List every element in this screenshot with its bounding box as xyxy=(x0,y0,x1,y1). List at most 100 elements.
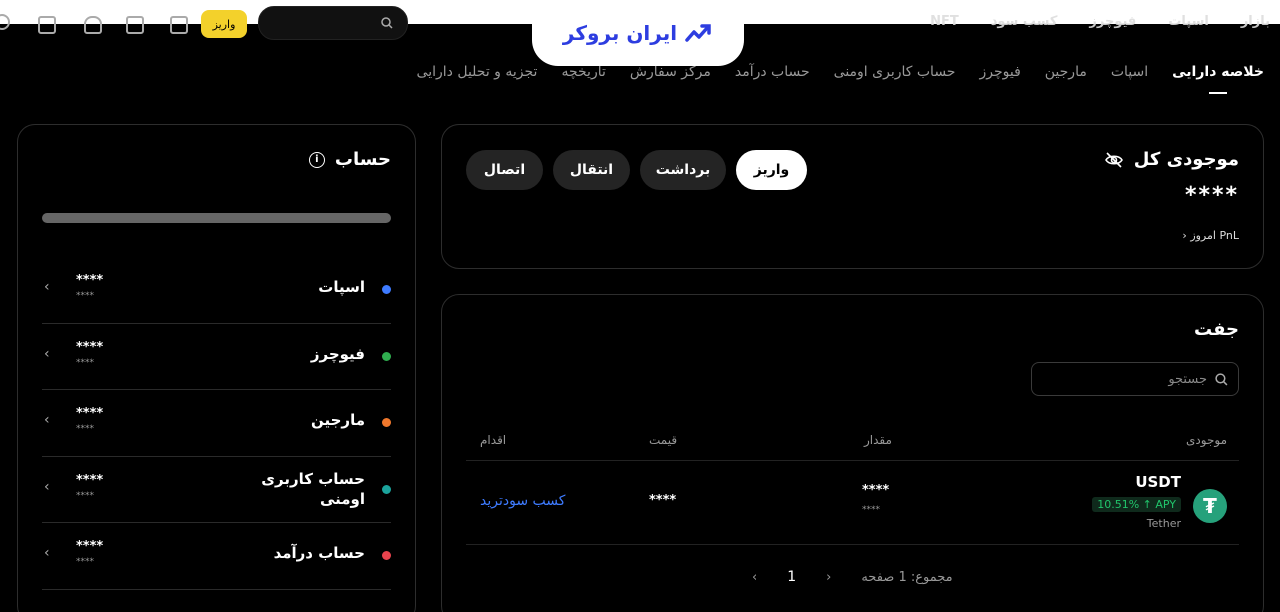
withdraw-button[interactable]: برداشت xyxy=(640,150,726,190)
connect-button[interactable]: اتصال xyxy=(466,150,543,190)
coin-price: **** xyxy=(649,493,677,508)
account-item-label: مارجین xyxy=(311,411,365,429)
tab-asset-analysis[interactable]: تجزیه و تحلیل دارایی xyxy=(417,64,538,80)
chevron-left-icon: ‹ xyxy=(1182,229,1187,242)
top-menu: بازار اسپات فیوچرز کسب سود NFT xyxy=(930,14,1270,29)
tab-omni-account[interactable]: حساب کاربری اومنی xyxy=(834,64,956,80)
orders-icon[interactable] xyxy=(126,16,144,34)
header-deposit-button[interactable]: واریز xyxy=(201,10,247,38)
futures-dot xyxy=(382,351,391,361)
search-icon xyxy=(381,17,393,29)
top-menu-item[interactable]: اسپات xyxy=(1168,14,1209,29)
account-item-earn[interactable]: حساب درآمد **** **** ‹ xyxy=(42,523,391,590)
tether-coin-icon: ₮ xyxy=(1193,489,1227,523)
account-item-spot[interactable]: اسپات **** **** ‹ xyxy=(42,257,391,324)
column-balance: موجودی xyxy=(1186,433,1227,447)
account-item-label: فیوچرز xyxy=(310,344,365,363)
account-item-amount: **** xyxy=(76,339,104,355)
tab-overview[interactable]: خلاصه دارایی xyxy=(1172,64,1264,80)
coin-name: Tether xyxy=(1146,517,1181,530)
allocation-bar xyxy=(42,213,391,223)
prev-page-icon[interactable]: ‹ xyxy=(752,570,757,585)
account-card: حساب i اسپات **** **** ‹ فیوچرز **** ***… xyxy=(17,124,416,612)
header-search-input[interactable] xyxy=(258,6,408,40)
transfer-button[interactable]: انتقال xyxy=(553,150,630,190)
balance-title: موجودی کل xyxy=(1133,149,1239,170)
brand-logo-text: ایران بروکر xyxy=(562,21,678,45)
account-item-label: اسپات xyxy=(318,278,365,296)
next-page-icon[interactable]: › xyxy=(826,570,831,585)
tab-earn-account[interactable]: حساب درآمد xyxy=(735,64,810,80)
account-item-amount: **** xyxy=(76,472,104,488)
account-item-amount: **** xyxy=(76,539,104,554)
column-amount: مقدار xyxy=(864,433,892,447)
pair-card: جفت جستجو موجودی مقدار قیمت اقدام ₮ USDT… xyxy=(441,294,1264,612)
pnl-label: PnL امروز xyxy=(1190,229,1239,242)
column-action: اقدام xyxy=(480,433,507,447)
tab-spot[interactable]: اسپات xyxy=(1111,64,1148,80)
chevron-left-icon: ‹ xyxy=(44,478,50,495)
apy-badge: 10.51% ↑ APY xyxy=(1092,497,1181,512)
account-item-amount: **** xyxy=(76,406,104,421)
balance-amount: **** xyxy=(1184,183,1239,208)
account-item-omni[interactable]: حساب کاربری اومنی **** **** ‹ xyxy=(42,457,391,523)
eye-slash-icon[interactable] xyxy=(1104,151,1124,168)
account-item-sub: **** xyxy=(76,557,94,567)
top-menu-item[interactable]: NFT xyxy=(930,14,959,29)
allocation-bar-fill xyxy=(42,213,391,223)
search-placeholder: جستجو xyxy=(1168,371,1207,387)
account-item-futures[interactable]: فیوچرز **** **** ‹ xyxy=(42,324,391,390)
chevron-left-icon: ‹ xyxy=(44,279,50,295)
asset-tabs: خلاصه دارایی اسپات مارجین فیوچرز حساب کا… xyxy=(417,64,1264,80)
account-item-margin[interactable]: مارجین **** **** ‹ xyxy=(42,390,391,457)
top-menu-item[interactable]: فیوچرز xyxy=(1089,14,1136,29)
chevron-left-icon: ‹ xyxy=(44,545,50,561)
top-header: ایران بروکر واریز بازار اسپات فیوچرز کسب… xyxy=(0,0,1280,66)
tab-order-center[interactable]: مرکز سفارش xyxy=(630,64,711,80)
tab-margin[interactable]: مارجین xyxy=(1045,64,1087,80)
table-row[interactable]: ₮ USDT 10.51% ↑ APY Tether **** **** ***… xyxy=(466,461,1239,545)
tab-futures[interactable]: فیوچرز xyxy=(979,64,1020,80)
coin-amount: **** xyxy=(862,483,890,498)
top-menu-item[interactable]: کسب سود xyxy=(991,14,1058,29)
globe-icon[interactable] xyxy=(0,14,10,30)
tab-history[interactable]: تاریخچه xyxy=(561,64,605,80)
bell-icon[interactable] xyxy=(84,16,102,34)
pnl-link[interactable]: PnL امروز ‹ xyxy=(1182,229,1239,242)
coin-amount-sub: **** xyxy=(862,505,880,515)
earn-trade-link[interactable]: کسب سودترید xyxy=(480,493,565,509)
account-item-amount: **** xyxy=(76,273,104,288)
account-title: حساب xyxy=(334,149,391,170)
account-item-sub: **** xyxy=(76,291,94,301)
balance-actions: اتصال انتقال برداشت واریز xyxy=(466,150,807,190)
download-icon[interactable] xyxy=(38,16,56,34)
column-price: قیمت xyxy=(649,433,678,447)
margin-dot xyxy=(382,418,391,427)
account-item-label: حساب درآمد xyxy=(273,544,365,562)
account-item-sub: **** xyxy=(76,357,94,368)
total-balance-card: موجودی کل **** PnL امروز ‹ اتصال انتقال … xyxy=(441,124,1264,269)
brand-logo[interactable]: ایران بروکر xyxy=(532,0,744,66)
pair-search-input[interactable]: جستجو xyxy=(1031,362,1239,396)
pair-title: جفت xyxy=(1194,319,1239,340)
top-menu-item[interactable]: بازار xyxy=(1241,14,1270,29)
account-item-label: حساب کاربری اومنی xyxy=(261,469,365,508)
deposit-button[interactable]: واریز xyxy=(736,150,807,190)
coin-symbol: USDT xyxy=(1135,473,1181,491)
page-number[interactable]: 1 xyxy=(787,569,796,585)
earn-dot xyxy=(382,551,391,560)
table-header: موجودی مقدار قیمت اقدام xyxy=(466,427,1239,461)
spot-dot xyxy=(382,285,391,294)
account-item-sub: **** xyxy=(76,490,94,501)
account-title-row: حساب i xyxy=(308,149,391,170)
wallet-icon[interactable] xyxy=(170,16,188,34)
balance-title-row: موجودی کل xyxy=(1104,149,1239,170)
account-list: اسپات **** **** ‹ فیوچرز **** **** ‹ مار… xyxy=(42,257,391,590)
pagination: ‹ 1 › مجموع: 1 صفحه xyxy=(752,569,953,585)
chevron-left-icon: ‹ xyxy=(44,345,50,362)
account-item-sub: **** xyxy=(76,424,94,434)
info-icon[interactable]: i xyxy=(308,151,325,168)
omni-dot xyxy=(382,484,391,494)
trend-up-logo-icon xyxy=(685,24,711,42)
chevron-left-icon: ‹ xyxy=(44,412,50,428)
